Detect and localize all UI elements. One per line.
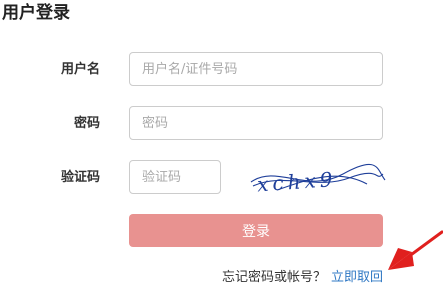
password-label: 密码 <box>73 116 100 131</box>
login-button[interactable]: 登录 <box>129 214 383 247</box>
forgot-row: 忘记密码或帐号？ 立即取回 <box>222 268 383 288</box>
page-title: 用户登录 <box>2 3 70 23</box>
username-input[interactable] <box>129 52 383 86</box>
red-arrow-icon <box>388 230 443 270</box>
captcha-image[interactable]: xchx9 <box>247 160 387 198</box>
retrieve-account-link[interactable]: 立即取回 <box>331 270 383 285</box>
password-input[interactable] <box>129 106 383 140</box>
captcha-label: 验证码 <box>60 170 100 185</box>
forgot-text: 忘记密码或帐号？ <box>221 270 326 285</box>
username-label: 用户名 <box>60 62 100 77</box>
captcha-text: xchx9 <box>256 167 337 196</box>
captcha-input[interactable] <box>129 160 221 194</box>
